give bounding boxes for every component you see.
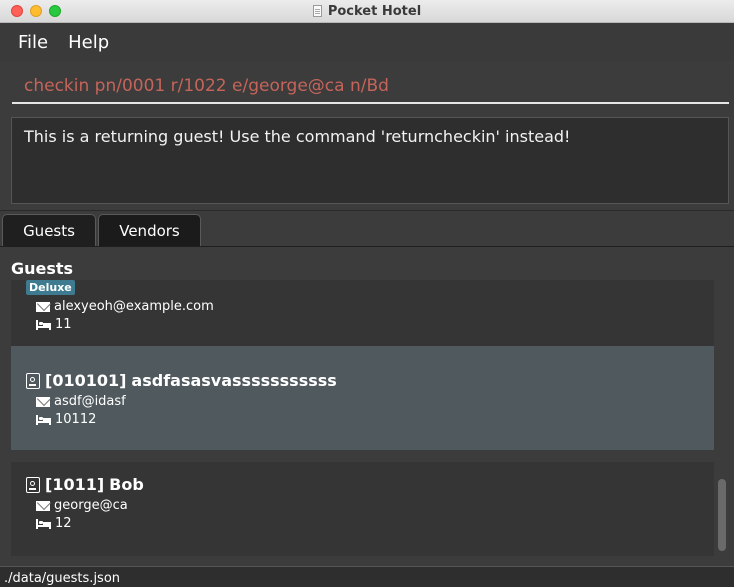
guest-room-row: 12 xyxy=(36,516,72,531)
guest-room: 11 xyxy=(55,317,72,332)
guest-room: 10112 xyxy=(55,412,97,427)
guest-email-row: alexyeoh@example.com xyxy=(36,299,214,314)
bed-icon xyxy=(36,414,51,425)
guest-name: Bob xyxy=(109,475,144,494)
room-type-badge: Deluxe xyxy=(26,280,75,295)
guest-email: george@ca xyxy=(54,498,128,513)
mail-icon xyxy=(36,500,50,511)
document-icon xyxy=(312,5,322,17)
guest-name: asdfasasvasssssssssss xyxy=(131,371,337,390)
guest-card-selected[interactable]: [010101] asdfasasvasssssssssss asdf@idas… xyxy=(11,346,714,450)
guest-header: [1011] Bob xyxy=(26,475,144,494)
window-title-group: Pocket Hotel xyxy=(0,0,734,22)
status-bar: ./data/guests.json xyxy=(0,566,734,587)
guest-email-row: asdf@idasf xyxy=(36,394,126,409)
tab-guests[interactable]: Guests xyxy=(2,214,96,247)
window-titlebar: Pocket Hotel xyxy=(0,0,734,23)
guest-header: [010101] asdfasasvasssssssssss xyxy=(26,371,337,390)
menu-help[interactable]: Help xyxy=(68,32,109,53)
tab-divider xyxy=(0,246,734,247)
panel-title: Guests xyxy=(11,259,74,278)
tab-vendors-label: Vendors xyxy=(119,222,180,240)
guest-card[interactable]: [1011] Bob george@ca 12 xyxy=(11,462,714,556)
menu-file[interactable]: File xyxy=(18,32,48,53)
bed-icon xyxy=(36,319,51,330)
mail-icon xyxy=(36,301,50,312)
result-display: This is a returning guest! Use the comma… xyxy=(11,117,729,204)
tab-strip: Guests Vendors xyxy=(0,210,734,248)
result-message: This is a returning guest! Use the comma… xyxy=(24,127,571,146)
data-file-path: ./data/guests.json xyxy=(4,571,121,586)
guest-room: 12 xyxy=(55,516,72,531)
id-card-icon xyxy=(26,372,40,389)
bed-icon xyxy=(36,518,51,529)
guest-room-row: 10112 xyxy=(36,412,96,427)
guest-room-row: 11 xyxy=(36,317,72,332)
guest-email-row: george@ca xyxy=(36,498,128,513)
tab-guests-label: Guests xyxy=(23,222,75,240)
guest-list[interactable]: Deluxe alexyeoh@example.com 11 [010101] … xyxy=(11,280,714,556)
guest-email: alexyeoh@example.com xyxy=(54,299,214,314)
guest-email: asdf@idasf xyxy=(54,394,126,409)
command-box[interactable]: checkin pn/0001 r/1022 e/george@ca n/Bd xyxy=(12,64,729,104)
command-input[interactable]: checkin pn/0001 r/1022 e/george@ca n/Bd xyxy=(24,76,389,96)
id-card-icon xyxy=(26,476,40,493)
guest-card[interactable]: Deluxe alexyeoh@example.com 11 xyxy=(11,280,714,346)
scrollbar-thumb[interactable] xyxy=(718,479,726,551)
guest-id: [1011] xyxy=(45,475,105,494)
window-title: Pocket Hotel xyxy=(327,3,422,19)
guest-id: [010101] xyxy=(45,371,127,390)
mail-icon xyxy=(36,396,50,407)
menu-bar: File Help xyxy=(0,23,734,61)
tab-vendors[interactable]: Vendors xyxy=(98,214,201,247)
